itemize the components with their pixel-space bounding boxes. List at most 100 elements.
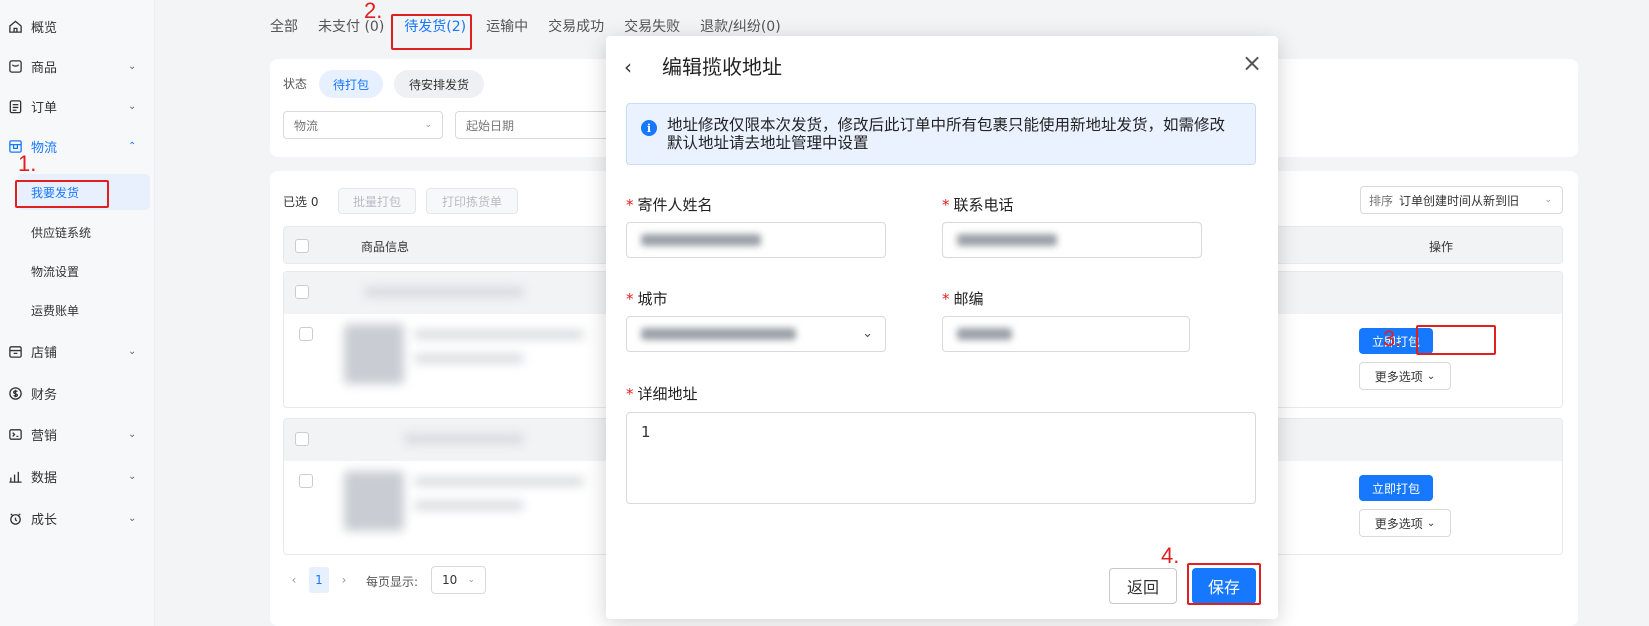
store-icon <box>7 343 23 359</box>
phone-label: * 联系电话 <box>942 195 1014 215</box>
sidebar-item-growth[interactable]: 成长 ⌄ <box>0 500 155 536</box>
current-page[interactable]: 1 <box>309 567 329 593</box>
blurred-product-spec <box>414 354 524 363</box>
blurred-product-title <box>414 477 584 486</box>
next-page-button[interactable]: › <box>333 567 355 593</box>
blurred-zip <box>957 328 1012 340</box>
tab-success[interactable]: 交易成功 <box>548 16 604 40</box>
city-label-text: 城市 <box>637 290 668 308</box>
sidebar-subitem-ship[interactable]: 我要发货 <box>18 174 150 210</box>
save-button[interactable]: 保存 <box>1192 568 1256 604</box>
sidebar-item-label: 成长 <box>31 512 58 528</box>
required-mark: * <box>626 385 634 403</box>
back-button[interactable]: 返回 <box>1109 568 1177 604</box>
sidebar: 概览 商品 ⌄ 订单 ⌄ 物流 ⌃ 我要发货 供应链系统 物流设置 运费账单 店… <box>0 0 155 626</box>
chevron-down-icon: ⌄ <box>128 512 137 524</box>
info-alert: i 地址修改仅限本次发货，修改后此订单中所有包裹只能使用新地址发货，如需修改默认… <box>626 103 1256 165</box>
zip-input[interactable] <box>942 316 1190 352</box>
sort-select[interactable]: 排序 订单创建时间从新到旧 ⌄ <box>1360 186 1563 214</box>
city-select[interactable]: ⌄ <box>626 316 886 352</box>
logistics-select[interactable]: 物流 ⌄ <box>283 111 443 139</box>
chevron-down-icon: ⌄ <box>128 345 137 357</box>
tab-all[interactable]: 全部 <box>270 16 298 40</box>
address-label-text: 详细地址 <box>637 385 698 403</box>
address-textarea[interactable]: 1 <box>626 412 1256 504</box>
phone-label-text: 联系电话 <box>953 196 1014 214</box>
prev-page-button[interactable]: ‹ <box>283 567 305 593</box>
sidebar-item-data[interactable]: 数据 ⌄ <box>0 458 155 494</box>
growth-icon <box>7 510 23 526</box>
chevron-up-icon: ⌃ <box>128 140 137 152</box>
per-page-label: 每页显示: <box>366 575 419 589</box>
chevron-down-icon: ⌄ <box>1426 517 1436 529</box>
city-label: * 城市 <box>626 289 668 309</box>
sender-name-label: * 寄件人姓名 <box>626 195 713 215</box>
sidebar-subitem-label: 运费账单 <box>31 303 80 318</box>
annotation-step-1: 1. <box>18 151 37 176</box>
chevron-down-icon: ⌄ <box>128 100 137 112</box>
status-label: 状态 <box>283 77 308 91</box>
sidebar-item-label: 商品 <box>31 60 58 76</box>
info-icon: i <box>641 120 657 136</box>
sender-name-input[interactable] <box>626 222 886 258</box>
item-checkbox[interactable] <box>299 327 313 341</box>
alert-text: 地址修改仅限本次发货，修改后此订单中所有包裹只能使用新地址发货，如需修改默认地址… <box>667 116 1226 152</box>
edit-pickup-address-modal: ‹ 编辑揽收地址 × i 地址修改仅限本次发货，修改后此订单中所有包裹只能使用新… <box>606 36 1278 619</box>
blurred-sender-name <box>641 234 761 246</box>
finance-icon <box>7 385 23 401</box>
chevron-down-icon: ⌄ <box>128 60 137 72</box>
per-page-select[interactable]: 10 ⌄ <box>431 566 486 594</box>
per-page-value: 10 <box>442 573 458 587</box>
order-icon <box>7 98 23 114</box>
blurred-product-spec <box>414 501 524 510</box>
modal-title: 编辑揽收地址 <box>662 55 782 79</box>
sidebar-subitem-freight-bill[interactable]: 运费账单 <box>0 292 155 328</box>
annotation-step-4: 4. <box>1161 543 1180 568</box>
phone-input[interactable] <box>942 222 1202 258</box>
back-arrow-icon[interactable]: ‹ <box>624 54 632 80</box>
home-icon <box>7 18 23 34</box>
sidebar-item-marketing[interactable]: 营销 ⌄ <box>0 416 155 452</box>
more-options-button[interactable]: 更多选项 ⌄ <box>1359 362 1451 390</box>
pack-now-button[interactable]: 立即打包 <box>1359 475 1433 501</box>
sidebar-subitem-logistics-settings[interactable]: 物流设置 <box>0 253 155 289</box>
tab-pending-shipment[interactable]: 待发货(2) <box>404 16 466 40</box>
sidebar-item-orders[interactable]: 订单 ⌄ <box>0 88 155 124</box>
start-date-picker[interactable]: 起始日期 <box>455 111 615 139</box>
sort-label: 排序 <box>1369 193 1394 208</box>
select-all-checkbox[interactable] <box>295 239 309 253</box>
more-options-button[interactable]: 更多选项 ⌄ <box>1359 509 1451 537</box>
logistics-select-placeholder: 物流 <box>294 118 319 133</box>
sidebar-item-finance[interactable]: 财务 <box>0 375 155 411</box>
status-pending-pack[interactable]: 待打包 <box>319 70 383 98</box>
annotation-step-2: 2. <box>364 0 383 23</box>
start-date-placeholder: 起始日期 <box>466 118 515 133</box>
chevron-down-icon: ⌄ <box>128 428 137 440</box>
sidebar-item-label: 订单 <box>31 100 58 116</box>
close-icon[interactable]: × <box>1242 48 1262 78</box>
sidebar-item-label: 概览 <box>31 20 58 36</box>
sidebar-item-products[interactable]: 商品 ⌄ <box>0 48 155 84</box>
chevron-down-icon: ⌄ <box>862 326 873 341</box>
zip-label-text: 邮编 <box>953 290 984 308</box>
sidebar-subitem-supply-chain[interactable]: 供应链系统 <box>0 214 155 250</box>
sender-name-label-text: 寄件人姓名 <box>637 196 713 214</box>
sidebar-item-store[interactable]: 店铺 ⌄ <box>0 333 155 369</box>
batch-pack-button[interactable]: 批量打包 <box>338 188 416 214</box>
more-options-label: 更多选项 <box>1374 516 1423 531</box>
sort-value: 订单创建时间从新到旧 <box>1399 193 1520 208</box>
blurred-product-image <box>344 471 404 531</box>
data-icon <box>7 468 23 484</box>
selected-count: 已选 0 <box>283 195 319 209</box>
order-checkbox[interactable] <box>295 285 309 299</box>
annotation-step-3: 3. <box>1383 326 1402 351</box>
print-picklist-button[interactable]: 打印拣货单 <box>426 188 518 214</box>
sidebar-item-overview[interactable]: 概览 <box>0 8 155 44</box>
item-checkbox[interactable] <box>299 474 313 488</box>
required-mark: * <box>942 196 950 214</box>
blurred-product-title <box>414 330 584 339</box>
order-checkbox[interactable] <box>295 432 309 446</box>
status-pending-arrange[interactable]: 待安排发货 <box>394 70 484 98</box>
tab-in-transit[interactable]: 运输中 <box>486 16 528 40</box>
chevron-down-icon: ⌄ <box>1426 370 1436 382</box>
